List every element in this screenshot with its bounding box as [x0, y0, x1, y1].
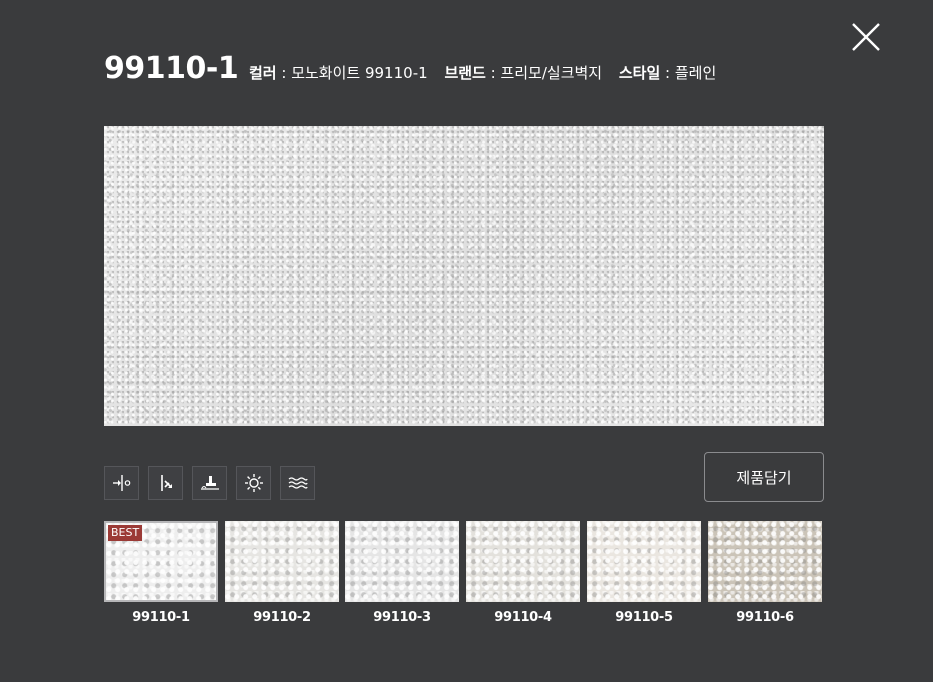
light-fastness-icon	[244, 474, 263, 492]
variant-thumb-3[interactable]: 99110-3	[345, 521, 459, 625]
meta-sep: :	[660, 64, 675, 82]
best-badge: BEST	[108, 525, 143, 541]
variant-thumb-5[interactable]: 99110-5	[587, 521, 701, 625]
repeat-pattern-icon	[112, 475, 130, 491]
variant-thumb-6[interactable]: 99110-6	[708, 521, 822, 625]
variant-swatch	[708, 521, 822, 602]
variant-thumb-4[interactable]: 99110-4	[466, 521, 580, 625]
repeat-pattern-button[interactable]	[104, 466, 139, 500]
paste-button[interactable]	[192, 466, 227, 500]
product-code-title: 99110-1	[104, 51, 239, 86]
variant-swatch: BEST	[104, 521, 218, 602]
meta-style-value: 플레인	[674, 64, 717, 82]
meta-sep: :	[485, 64, 501, 82]
variant-swatch	[587, 521, 701, 602]
close-button[interactable]	[850, 21, 882, 53]
variant-swatch	[225, 521, 339, 602]
meta-brand-key: 브랜드	[444, 64, 486, 82]
variant-thumb-2[interactable]: 99110-2	[225, 521, 339, 625]
meta-sep: :	[276, 64, 292, 82]
variant-label: 99110-6	[736, 610, 794, 625]
meta-style-key: 스타일	[618, 64, 661, 82]
meta-brand-value: 프리모/실크벽지	[500, 64, 603, 82]
meta-color-key: 컬러	[249, 64, 277, 82]
meta-color-value: 모노화이트 99110-1	[291, 64, 428, 82]
variant-label: 99110-4	[494, 610, 552, 625]
feature-icons	[104, 466, 324, 500]
variant-label: 99110-5	[615, 610, 673, 625]
washable-icon	[288, 477, 308, 489]
meta-color: 컬러 : 모노화이트 99110-1	[249, 64, 428, 82]
variant-label: 99110-1	[132, 610, 190, 625]
variant-label: 99110-2	[253, 610, 311, 625]
close-icon	[852, 23, 880, 51]
product-meta: 컬러 : 모노화이트 99110-1 브랜드 : 프리모/실크벽지 스타일 : …	[249, 62, 728, 84]
wallpaper-texture-preview	[104, 126, 824, 426]
variant-swatch	[466, 521, 580, 602]
meta-style: 스타일 : 플레인	[619, 64, 716, 82]
light-fastness-button[interactable]	[236, 466, 271, 500]
variant-label: 99110-3	[373, 610, 431, 625]
meta-brand: 브랜드 : 프리모/실크벽지	[444, 64, 602, 82]
washable-button[interactable]	[280, 466, 315, 500]
add-to-cart-button[interactable]: 제품담기	[704, 452, 824, 502]
variant-thumb-1[interactable]: BEST 99110-1	[104, 521, 218, 625]
cut-edge-button[interactable]	[148, 466, 183, 500]
cut-edge-icon	[160, 475, 172, 491]
paste-icon	[200, 476, 219, 490]
variant-swatch	[345, 521, 459, 602]
